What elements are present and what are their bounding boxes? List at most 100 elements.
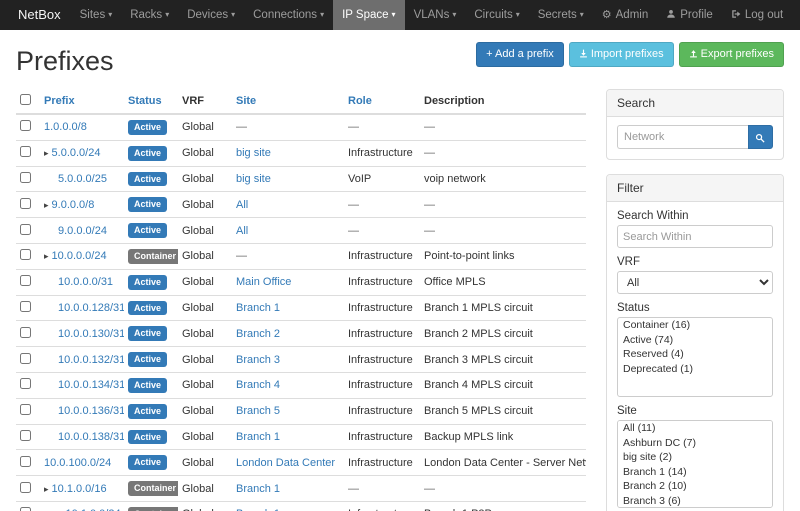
prefix-link[interactable]: 10.0.0.130/31 xyxy=(58,328,124,340)
description-cell: Branch 1 P2P xyxy=(420,501,586,511)
nav-item-vlans[interactable]: VLANs▾ xyxy=(405,0,466,30)
nav-item-admin[interactable]: ⚙Admin xyxy=(593,0,657,30)
status-filter-listbox[interactable]: Container (16)Active (74)Reserved (4)Dep… xyxy=(617,317,773,397)
status-badge: Active xyxy=(128,326,167,341)
prefix-link[interactable]: 5.0.0.0/24 xyxy=(52,147,101,159)
prefix-link[interactable]: 10.0.0.138/31 xyxy=(58,431,124,443)
site-cell: Branch 4 xyxy=(232,372,344,398)
row-checkbox[interactable] xyxy=(20,120,31,131)
prefix-table: PrefixStatusVRFSiteRoleDescription 1.0.0… xyxy=(16,89,586,511)
listbox-option[interactable]: Branch 1 (14) xyxy=(618,465,772,480)
search-within-input[interactable] xyxy=(617,225,773,248)
site-link[interactable]: All xyxy=(236,225,248,237)
prefix-link[interactable]: 10.0.0.0/31 xyxy=(58,276,113,288)
chevron-down-icon: ▾ xyxy=(516,10,520,19)
search-input[interactable] xyxy=(617,125,748,149)
listbox-option[interactable]: Active (74) xyxy=(618,333,772,348)
nav-item-circuits[interactable]: Circuits▾ xyxy=(465,0,528,30)
prefix-link[interactable]: 10.0.100.0/24 xyxy=(44,457,111,469)
row-checkbox[interactable] xyxy=(20,404,31,415)
prefix-link[interactable]: 5.0.0.0/25 xyxy=(58,173,107,185)
listbox-option[interactable]: All (11) xyxy=(618,421,772,436)
site-link[interactable]: Branch 5 xyxy=(236,405,280,417)
listbox-option[interactable]: Branch 2 (10) xyxy=(618,479,772,494)
site-link[interactable]: Branch 1 xyxy=(236,431,280,443)
site-link[interactable]: big site xyxy=(236,147,271,159)
row-checkbox[interactable] xyxy=(20,301,31,312)
site-cell: — xyxy=(232,243,344,269)
listbox-option[interactable]: Container (16) xyxy=(618,318,772,333)
nav-item-racks[interactable]: Racks▾ xyxy=(121,0,178,30)
column-header-prefix[interactable]: Prefix xyxy=(40,89,124,114)
site-link[interactable]: Main Office xyxy=(236,276,291,288)
site-link[interactable]: Branch 3 xyxy=(236,354,280,366)
description-cell: Branch 5 MPLS circuit xyxy=(420,398,586,424)
prefix-link[interactable]: 1.0.0.0/8 xyxy=(44,121,87,133)
search-button[interactable] xyxy=(748,125,773,149)
site-filter-listbox[interactable]: All (11)Ashburn DC (7)big site (2)Branch… xyxy=(617,420,773,508)
status-badge: Active xyxy=(128,197,167,212)
nav-item-secrets[interactable]: Secrets▾ xyxy=(529,0,593,30)
status-badge: Active xyxy=(128,378,167,393)
row-checkbox[interactable] xyxy=(20,146,31,157)
row-checkbox[interactable] xyxy=(20,327,31,338)
nav-item-log-out[interactable]: Log out xyxy=(722,0,792,30)
vrf-select[interactable]: All xyxy=(617,271,773,294)
column-header-status[interactable]: Status xyxy=(124,89,178,114)
nav-item-profile[interactable]: Profile xyxy=(657,0,722,30)
select-all-checkbox[interactable] xyxy=(20,94,31,105)
row-checkbox[interactable] xyxy=(20,198,31,209)
export-prefixes-button[interactable]: Export prefixes xyxy=(679,42,784,67)
row-checkbox[interactable] xyxy=(20,456,31,467)
row-checkbox[interactable] xyxy=(20,507,31,511)
site-link[interactable]: Branch 1 xyxy=(236,302,280,314)
row-checkbox[interactable] xyxy=(20,353,31,364)
prefix-link[interactable]: 10.0.0.134/31 xyxy=(58,379,124,391)
row-checkbox[interactable] xyxy=(20,172,31,183)
site-link[interactable]: All xyxy=(236,199,248,211)
site-link[interactable]: Branch 2 xyxy=(236,328,280,340)
nav-item-devices[interactable]: Devices▾ xyxy=(178,0,244,30)
prefix-table-header-row: PrefixStatusVRFSiteRoleDescription xyxy=(16,89,586,114)
navbar-brand[interactable]: NetBox xyxy=(8,0,71,30)
listbox-option[interactable]: Ashburn DC (7) xyxy=(618,436,772,451)
listbox-option[interactable]: big site (2) xyxy=(618,450,772,465)
description-cell: — xyxy=(420,192,586,218)
prefix-link[interactable]: 10.0.0.136/31 xyxy=(58,405,124,417)
nav-item-connections[interactable]: Connections▾ xyxy=(244,0,333,30)
column-header-role[interactable]: Role xyxy=(344,89,420,114)
site-link[interactable]: Branch 1 xyxy=(236,483,280,495)
site-link[interactable]: big site xyxy=(236,173,271,185)
site-link[interactable]: London Data Center xyxy=(236,457,335,469)
chevron-down-icon: ▾ xyxy=(108,10,112,19)
row-checkbox[interactable] xyxy=(20,224,31,235)
site-cell: — xyxy=(232,114,344,140)
listbox-option[interactable]: Branch 3 (6) xyxy=(618,494,772,509)
site-cell: Branch 3 xyxy=(232,347,344,373)
listbox-option[interactable]: Reserved (4) xyxy=(618,347,772,362)
prefix-link[interactable]: 10.1.0.0/16 xyxy=(52,483,107,495)
row-checkbox[interactable] xyxy=(20,249,31,260)
tree-expand-icon: ▸ xyxy=(44,200,49,210)
prefix-link[interactable]: 9.0.0.0/24 xyxy=(58,225,107,237)
prefix-link[interactable]: 10.0.0.128/31 xyxy=(58,302,124,314)
row-checkbox[interactable] xyxy=(20,275,31,286)
prefix-link[interactable]: 10.0.0.132/31 xyxy=(58,354,124,366)
import-prefixes-button[interactable]: Import prefixes xyxy=(569,42,674,67)
nav-item-sites[interactable]: Sites▾ xyxy=(71,0,122,30)
vrf-cell: Global xyxy=(178,166,232,192)
site-link[interactable]: Branch 4 xyxy=(236,379,280,391)
row-checkbox[interactable] xyxy=(20,430,31,441)
nav-item-ip-space[interactable]: IP Space▾ xyxy=(333,0,404,30)
listbox-option[interactable]: Deprecated (1) xyxy=(618,362,772,377)
add-a-prefix-button[interactable]: + Add a prefix xyxy=(476,42,564,67)
table-row: 10.0.0.136/31ActiveGlobalBranch 5Infrast… xyxy=(16,398,586,424)
role-cell: — xyxy=(344,114,420,140)
prefix-link[interactable]: 9.0.0.0/8 xyxy=(52,199,95,211)
row-checkbox[interactable] xyxy=(20,378,31,389)
column-header-site[interactable]: Site xyxy=(232,89,344,114)
prefix-link[interactable]: 10.0.0.0/24 xyxy=(52,250,107,262)
table-row: 10.0.0.0/31ActiveGlobalMain OfficeInfras… xyxy=(16,269,586,295)
row-checkbox[interactable] xyxy=(20,482,31,493)
chevron-down-icon: ▾ xyxy=(165,10,169,19)
